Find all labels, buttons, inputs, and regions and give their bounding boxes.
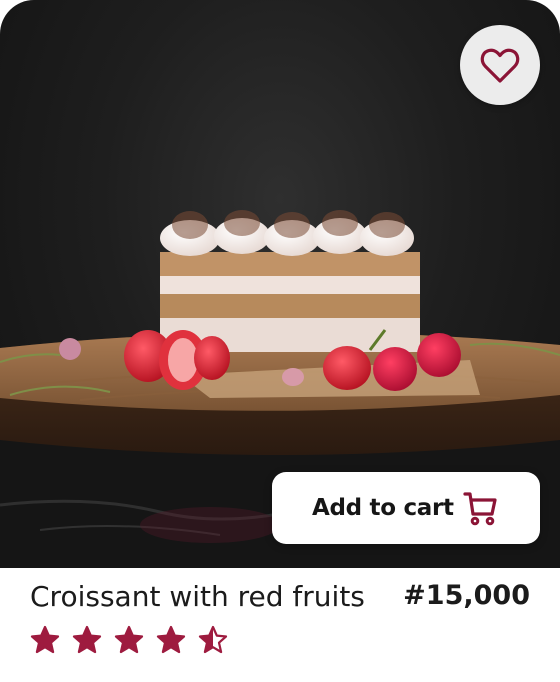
rating-stars xyxy=(30,625,228,655)
star-full-icon xyxy=(72,625,102,654)
add-to-cart-label: Add to cart xyxy=(312,495,454,521)
add-to-cart-button[interactable]: Add to cart xyxy=(272,472,540,544)
product-price: #15,000 xyxy=(403,580,530,611)
product-title: Croissant with red fruits xyxy=(30,580,365,613)
star-full-icon xyxy=(156,625,186,654)
heart-outline-icon xyxy=(480,48,520,83)
product-card: Add to cart Croissant with red fruits #1… xyxy=(0,0,560,682)
favorite-button[interactable] xyxy=(460,25,540,105)
shopping-cart-icon xyxy=(463,492,497,526)
star-full-icon xyxy=(114,625,144,654)
star-half-icon xyxy=(198,625,228,654)
star-full-icon xyxy=(30,625,60,654)
